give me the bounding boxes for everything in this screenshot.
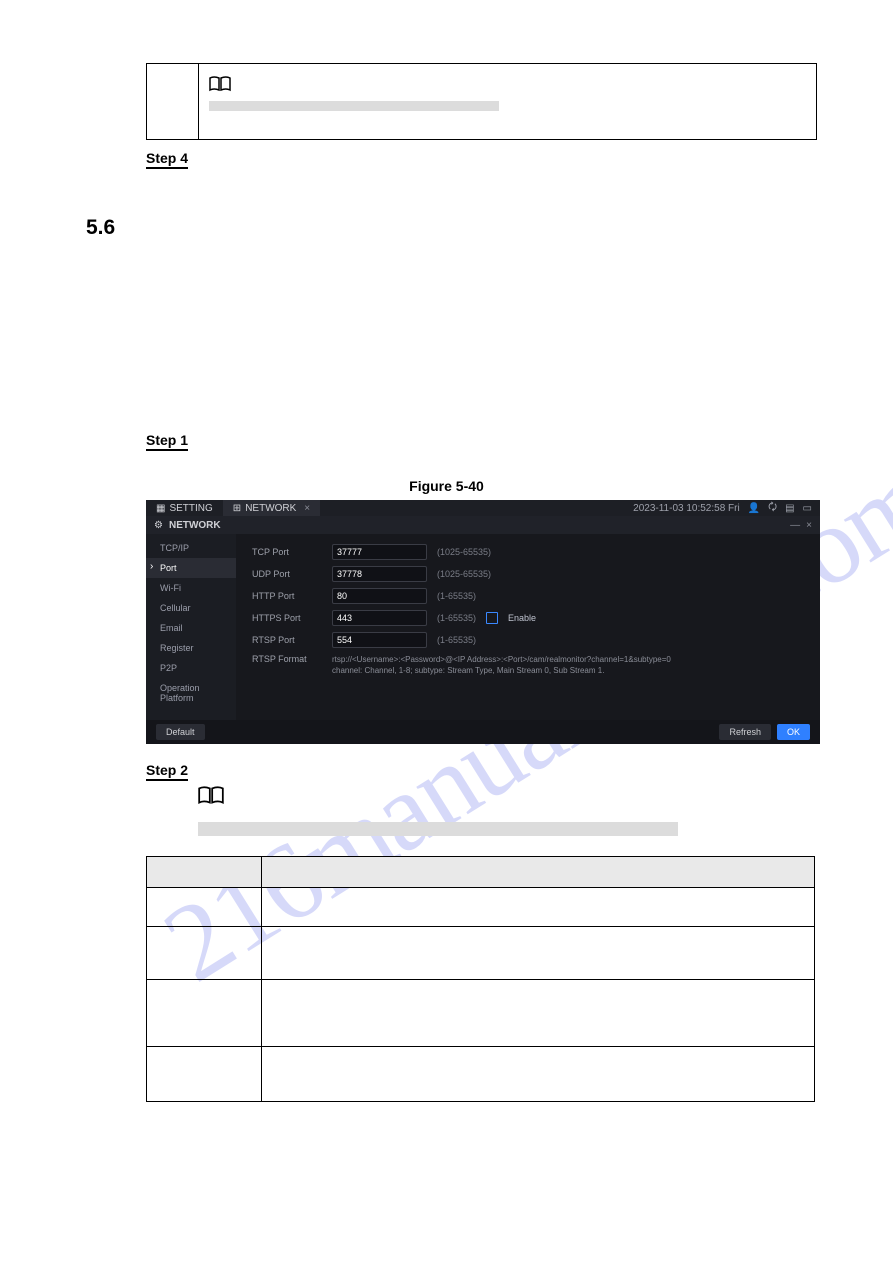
- udp-port-input[interactable]: 37778: [332, 566, 427, 582]
- tcp-port-range: (1025-65535): [437, 547, 491, 557]
- default-button[interactable]: Default: [156, 724, 205, 740]
- tab-setting-label: SETTING: [169, 503, 212, 514]
- user-icon[interactable]: 👤: [748, 503, 760, 514]
- ok-button[interactable]: OK: [777, 724, 810, 740]
- subbar-title: NETWORK: [169, 520, 221, 531]
- param-header-name: [147, 857, 262, 888]
- book-icon: [198, 786, 224, 805]
- footer: Default Refresh OK: [146, 720, 820, 744]
- rtsp-format-text: rtsp://<Username>:<Password>@<IP Address…: [332, 654, 671, 676]
- udp-port-range: (1025-65535): [437, 569, 491, 579]
- bell-icon[interactable]: 🗘: [768, 500, 777, 517]
- https-enable-checkbox[interactable]: [486, 612, 498, 624]
- timestamp: 2023-11-03 10:52:58 Fri: [633, 503, 740, 514]
- sidebar-item-tcpip[interactable]: TCP/IP: [146, 538, 236, 558]
- sidebar-item-cellular[interactable]: Cellular: [146, 598, 236, 618]
- rtsp-format-line2: channel: Channel, 1-8; subtype: Stream T…: [332, 666, 604, 675]
- udp-port-label: UDP Port: [252, 569, 322, 579]
- https-enable-label: Enable: [508, 613, 536, 623]
- https-port-input[interactable]: 443: [332, 610, 427, 626]
- sidebar: TCP/IP Port Wi-Fi Cellular Email Registe…: [146, 534, 236, 720]
- settings-icon: ⚙: [154, 520, 163, 531]
- note2-grey-bar: [198, 822, 678, 836]
- param-header-desc: [262, 857, 815, 888]
- table-row: [147, 980, 815, 1047]
- figure-caption: Figure 5-40: [0, 478, 893, 494]
- rtsp-port-input[interactable]: 554: [332, 632, 427, 648]
- https-port-range: (1-65535): [437, 613, 476, 623]
- rtsp-port-range: (1-65535): [437, 635, 476, 645]
- notebox-left-cell: [147, 64, 199, 139]
- notebox-right-cell: [199, 64, 816, 139]
- main-panel: TCP Port 37777 (1025-65535) UDP Port 377…: [236, 534, 820, 720]
- book-icon: [209, 76, 231, 92]
- https-port-label: HTTPS Port: [252, 613, 322, 623]
- http-port-range: (1-65535): [437, 591, 476, 601]
- table-row: [147, 927, 815, 980]
- refresh-button[interactable]: Refresh: [719, 724, 771, 740]
- table-row: [147, 888, 815, 927]
- section-heading-number: 5.6: [86, 216, 115, 240]
- topbar: ▦ SETTING ⊞ NETWORK × 2023-11-03 10:52:5…: [146, 500, 820, 516]
- grid-icon: ▦: [156, 503, 165, 514]
- subbar: ⚙ NETWORK — ×: [146, 516, 820, 534]
- minimize-icon[interactable]: —: [790, 520, 800, 531]
- sidebar-item-port[interactable]: Port: [146, 558, 236, 578]
- step-1-label: Step 1: [146, 432, 188, 451]
- tab-network[interactable]: ⊞ NETWORK ×: [223, 500, 320, 516]
- wide-icon[interactable]: ▭: [803, 503, 812, 514]
- http-port-label: HTTP Port: [252, 591, 322, 601]
- note-after-step2: [198, 780, 688, 836]
- rtsp-port-label: RTSP Port: [252, 635, 322, 645]
- close-panel-icon[interactable]: ×: [806, 520, 812, 531]
- sidebar-item-register[interactable]: Register: [146, 638, 236, 658]
- parameter-table: [146, 856, 815, 1102]
- tcp-port-label: TCP Port: [252, 547, 322, 557]
- tab-setting[interactable]: ▦ SETTING: [146, 500, 223, 516]
- sidebar-item-email[interactable]: Email: [146, 618, 236, 638]
- drawer-icon[interactable]: ▤: [785, 503, 794, 514]
- tab-network-label: NETWORK: [245, 503, 296, 514]
- top-note-box: [146, 63, 817, 140]
- settings-screenshot: ▦ SETTING ⊞ NETWORK × 2023-11-03 10:52:5…: [146, 500, 820, 744]
- http-port-input[interactable]: 80: [332, 588, 427, 604]
- rtsp-format-line1: rtsp://<Username>:<Password>@<IP Address…: [332, 655, 671, 664]
- table-row: [147, 1047, 815, 1102]
- sidebar-item-wifi[interactable]: Wi-Fi: [146, 578, 236, 598]
- cube-icon: ⊞: [233, 503, 241, 514]
- step-4-label: Step 4: [146, 150, 188, 169]
- note-grey-bar: [209, 101, 499, 111]
- close-icon[interactable]: ×: [304, 503, 310, 514]
- sidebar-item-p2p[interactable]: P2P: [146, 658, 236, 678]
- step-2-label: Step 2: [146, 762, 188, 781]
- sidebar-item-opplat[interactable]: Operation Platform: [146, 678, 236, 708]
- rtsp-format-label: RTSP Format: [252, 654, 322, 676]
- tcp-port-input[interactable]: 37777: [332, 544, 427, 560]
